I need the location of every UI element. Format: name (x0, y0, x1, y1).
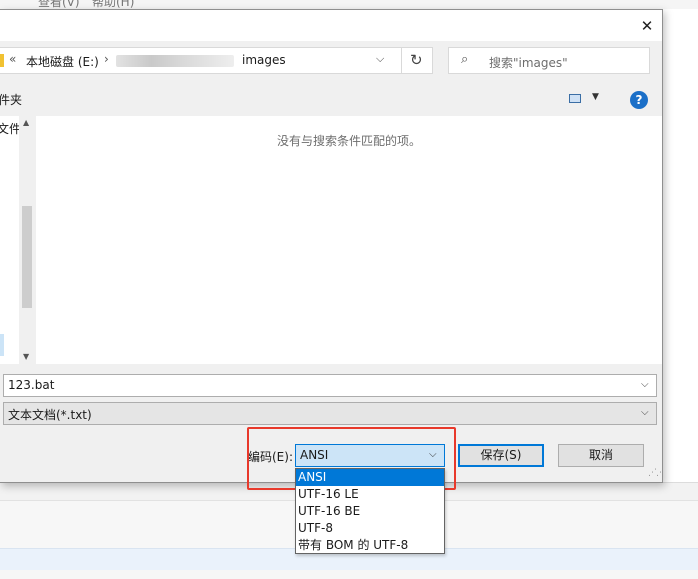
encoding-option[interactable]: UTF-8 (296, 520, 444, 537)
view-options-icon[interactable] (569, 94, 581, 103)
breadcrumb-current[interactable]: images (242, 53, 286, 67)
encoding-option[interactable]: UTF-16 LE (296, 486, 444, 503)
search-icon: ⌕ (461, 52, 469, 67)
chevron-down-icon[interactable]: ⌵ (641, 407, 649, 418)
dialog-titlebar: ✕ (0, 10, 662, 41)
nav-item-bottom[interactable]: ) (0, 312, 1, 326)
cancel-button[interactable]: 取消 (558, 444, 644, 467)
double-chevron-left-icon[interactable]: « (9, 52, 16, 66)
address-bar[interactable]: « 本地磁盘 (E:) › images ⌵ ↻ (0, 47, 433, 74)
breadcrumb-redacted (116, 55, 234, 67)
background-menubar: 查看(V) 帮助(H) (0, 0, 698, 9)
search-box[interactable]: ⌕ 搜索"images" (448, 47, 650, 74)
file-type-value[interactable]: 文本文档(*.txt) (8, 406, 92, 423)
nav-item-selected[interactable] (0, 334, 4, 356)
new-folder-button[interactable]: 件夹 (0, 91, 22, 108)
encoding-option[interactable]: ANSI (296, 469, 444, 486)
view-dropdown-arrow-icon[interactable]: ▼ (592, 92, 599, 102)
file-name-input[interactable]: 123.bat ⌵ (3, 374, 657, 397)
help-icon[interactable]: ? (630, 91, 648, 109)
file-name-value[interactable]: 123.bat (8, 378, 54, 392)
scroll-down-icon[interactable]: ▼ (23, 352, 29, 361)
divider (401, 48, 402, 73)
refresh-icon[interactable]: ↻ (410, 51, 423, 69)
dialog-toolbar: 件夹 ▼ ? (0, 84, 662, 114)
chevron-right-icon[interactable]: › (104, 52, 109, 66)
encoding-dropdown-list: ANSI UTF-16 LE UTF-16 BE UTF-8 带有 BOM 的 … (295, 468, 445, 554)
empty-message: 没有与搜索条件匹配的项。 (276, 134, 421, 148)
encoding-option[interactable]: UTF-16 BE (296, 503, 444, 520)
chevron-down-icon[interactable]: ⌵ (376, 52, 384, 66)
search-placeholder[interactable]: 搜索"images" (489, 54, 568, 71)
nav-item-top[interactable]: 文件 (0, 120, 21, 137)
resize-grip-icon[interactable]: ⋰⋰ (648, 468, 662, 478)
nav-scrollbar[interactable]: ▲ ▼ (19, 116, 35, 364)
background-footer (0, 570, 698, 579)
save-button[interactable]: 保存(S) (458, 444, 544, 467)
scroll-up-icon[interactable]: ▲ (23, 118, 29, 127)
folder-icon (0, 54, 4, 67)
menu-help[interactable]: 帮助(H) (92, 0, 134, 9)
file-type-select[interactable]: 文本文档(*.txt) ⌵ (3, 402, 657, 425)
scroll-thumb[interactable] (22, 206, 32, 308)
encoding-option[interactable]: 带有 BOM 的 UTF-8 (296, 537, 444, 554)
file-list[interactable]: 没有与搜索条件匹配的项。 (36, 116, 662, 364)
menu-view[interactable]: 查看(V) (38, 0, 80, 9)
close-button[interactable]: ✕ (636, 15, 658, 37)
save-as-dialog: ✕ « 本地磁盘 (E:) › images ⌵ ↻ ⌕ 搜索"images" … (0, 9, 663, 483)
breadcrumb-drive[interactable]: 本地磁盘 (E:) (26, 53, 99, 70)
chevron-down-icon[interactable]: ⌵ (641, 379, 649, 390)
